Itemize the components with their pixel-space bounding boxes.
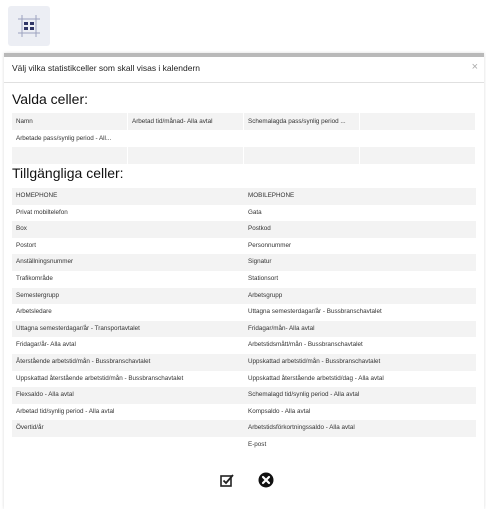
available-cell[interactable]: Semestergrupp: [12, 288, 244, 305]
calendar-settings-button[interactable]: [8, 6, 50, 46]
available-cells-row: Övertid/år Arbetstidsförkortningssaldo - …: [12, 420, 476, 437]
selected-cell[interactable]: Arbetade pass/synlig period - All...: [12, 130, 128, 147]
available-cells-row: Arbetad tid/synlig period - Alla avtal Ko…: [12, 404, 476, 421]
selected-cell[interactable]: [360, 147, 476, 164]
available-cell[interactable]: Personnummer: [244, 238, 476, 255]
selected-cells-row: Namn Arbetad tid/månad- Alla avtal Schemal…: [12, 113, 476, 130]
available-cells-row: Postort Personnummer: [12, 238, 476, 255]
available-cell[interactable]: Uttagna semesterdagar/år - Transportavta…: [12, 321, 244, 338]
calendar-grid-icon: [18, 15, 40, 37]
available-cell[interactable]: Fridagar/mån- Alla avtal: [244, 321, 476, 338]
available-cell[interactable]: Återstående arbetstid/mån - Bussbranscha…: [12, 354, 244, 371]
selected-cell[interactable]: [128, 147, 244, 164]
available-cell[interactable]: Arbetad tid/synlig period - Alla avtal: [12, 404, 244, 421]
available-cell[interactable]: Arbetstidsmått/mån - Bussbranschavtalet: [244, 337, 476, 354]
available-cell[interactable]: Övertid/år: [12, 420, 244, 437]
available-cells-grid: HOMEPHONE MOBILEPHONE Privat mobiltelefon G…: [12, 188, 476, 454]
available-cell[interactable]: Arbetstidsförkortningssaldo - Alla avtal: [244, 420, 476, 437]
selected-cell[interactable]: Schemalagda pass/synlig period ...: [244, 113, 360, 130]
available-cell[interactable]: HOMEPHONE: [12, 188, 244, 205]
available-cell[interactable]: Signatur: [244, 254, 476, 271]
available-cell[interactable]: Schemalagd tid/synlig period - Alla avta…: [244, 387, 476, 404]
checkbox-confirm-icon[interactable]: [220, 473, 234, 487]
available-cell[interactable]: E-post: [244, 437, 476, 454]
statistics-cells-dialog: Välj vilka statistikceller som skall vis…: [4, 53, 484, 509]
available-cell[interactable]: Uppskattad återstående arbetstid/mån - B…: [12, 371, 244, 388]
available-cells-row: Uppskattad återstående arbetstid/mån - B…: [12, 371, 476, 388]
available-cells-row: Uttagna semesterdagar/år - Transportavta…: [12, 320, 476, 338]
available-cells-row: Box Postkod: [12, 221, 476, 238]
selected-cell[interactable]: [360, 113, 476, 130]
available-cells-row: HOMEPHONE MOBILEPHONE: [12, 188, 476, 205]
selected-cell[interactable]: Namn: [12, 113, 128, 130]
available-cells-row: Privat mobiltelefon Gata: [12, 205, 476, 222]
selected-cell[interactable]: [360, 130, 476, 147]
available-cell[interactable]: Box: [12, 221, 244, 238]
available-cell[interactable]: Flexsaldo - Alla avtal: [12, 387, 244, 404]
available-cell[interactable]: Arbetsledare: [12, 304, 244, 321]
available-cell[interactable]: Uppskattad återstående arbetstid/dag - A…: [244, 371, 476, 388]
available-cell[interactable]: [12, 437, 244, 454]
selected-cells-heading: Valda celler:: [12, 91, 89, 107]
available-cell[interactable]: Fridagar/år- Alla avtal: [12, 337, 244, 354]
available-cells-row: Återstående arbetstid/mån - Bussbranscha…: [12, 353, 476, 371]
available-cell[interactable]: Postkod: [244, 221, 476, 238]
available-cell[interactable]: Privat mobiltelefon: [12, 205, 244, 222]
available-cells-row: E-post: [12, 437, 476, 454]
available-cell[interactable]: Postort: [12, 238, 244, 255]
available-cells-row: Flexsaldo - Alla avtal Schemalagd tid/syn…: [12, 387, 476, 404]
selected-cells-row: [12, 147, 476, 164]
available-cell[interactable]: Kompsaldo - Alla avtal: [244, 404, 476, 421]
available-cell[interactable]: Uppskattad arbetstid/mån - Bussbranschav…: [244, 354, 476, 371]
dialog-header: Välj vilka statistikceller som skall vis…: [4, 57, 484, 83]
available-cells-row: Trafikområde Stationsort: [12, 271, 476, 288]
available-cell[interactable]: Trafikområde: [12, 271, 244, 288]
selected-cell[interactable]: [12, 147, 128, 164]
selected-cell[interactable]: [244, 130, 360, 147]
available-cell[interactable]: Uttagna semesterdagar/år - Bussbranschav…: [244, 304, 476, 321]
selected-cell[interactable]: [128, 130, 244, 147]
available-cells-row: Semestergrupp Arbetsgrupp: [12, 287, 476, 305]
available-cell[interactable]: Anställningsnummer: [12, 254, 244, 271]
selected-cells-row: Arbetade pass/synlig period - All...: [12, 130, 476, 147]
available-cell[interactable]: Arbetsgrupp: [244, 288, 476, 305]
selected-cells-grid: Namn Arbetad tid/månad- Alla avtal Schemal…: [12, 113, 476, 164]
available-cell[interactable]: MOBILEPHONE: [244, 188, 476, 205]
close-icon[interactable]: ×: [472, 62, 478, 73]
available-cells-row: Arbetsledare Uttagna semesterdagar/år - B…: [12, 304, 476, 321]
available-cells-heading: Tillgängliga celler:: [12, 165, 124, 181]
circle-x-icon[interactable]: [258, 472, 274, 488]
selected-cell[interactable]: [244, 147, 360, 164]
dialog-actions: [4, 471, 484, 491]
available-cell[interactable]: Stationsort: [244, 271, 476, 288]
available-cell[interactable]: Gata: [244, 205, 476, 222]
dialog-title: Välj vilka statistikceller som skall vis…: [12, 63, 201, 73]
available-cells-row: Fridagar/år- Alla avtal Arbetstidsmått/må…: [12, 337, 476, 354]
available-cells-row: Anställningsnummer Signatur: [12, 254, 476, 271]
selected-cell[interactable]: Arbetad tid/månad- Alla avtal: [128, 113, 244, 130]
